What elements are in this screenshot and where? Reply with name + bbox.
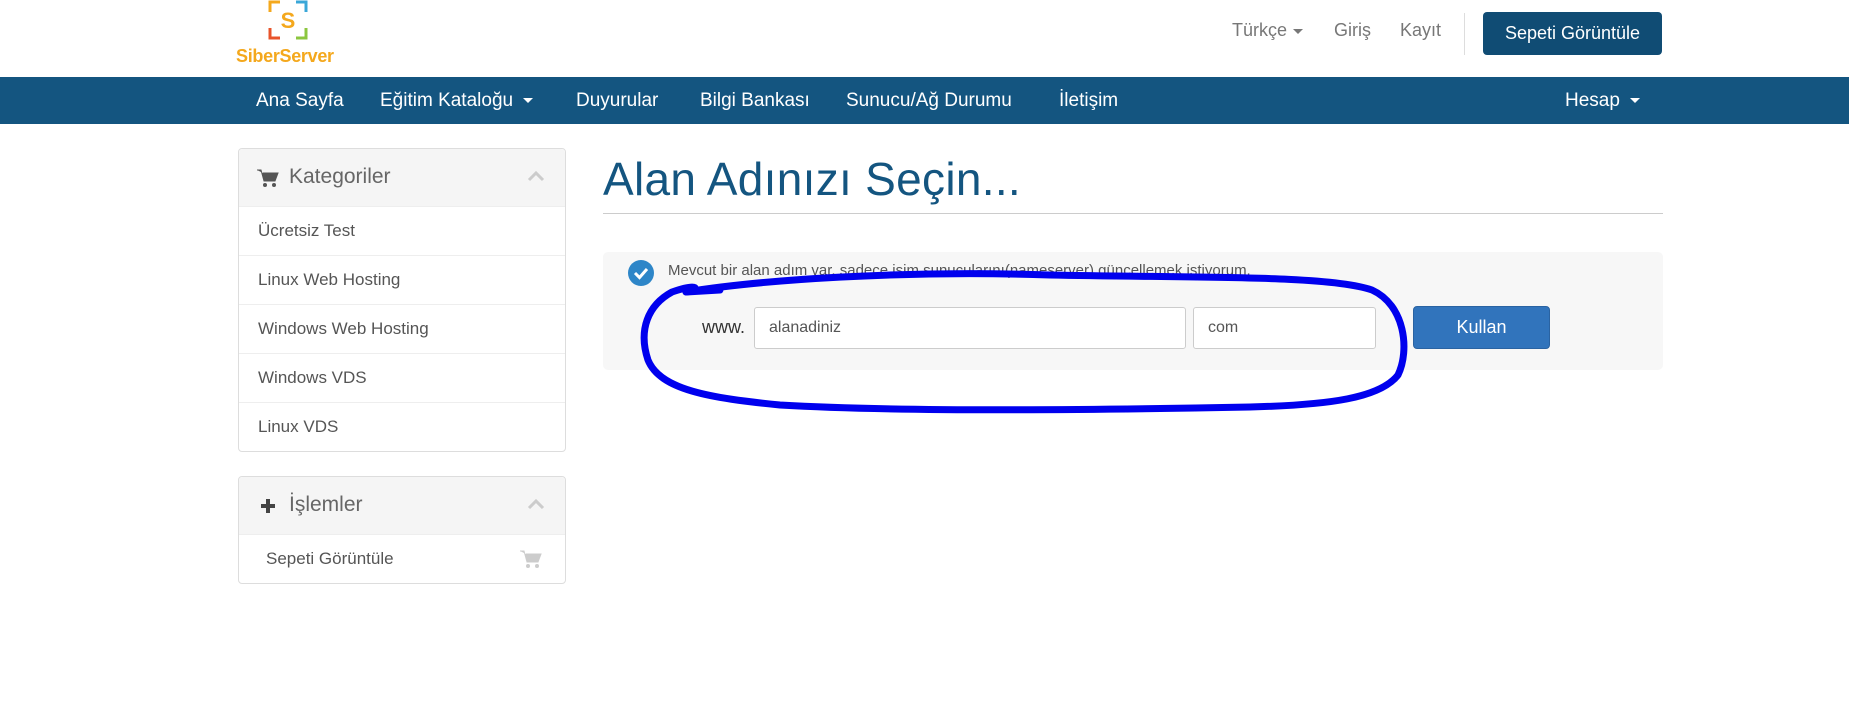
tld-input[interactable]: com [1193,307,1376,349]
register-link[interactable]: Kayıt [1400,20,1441,44]
nav-training-catalog-label: Eğitim Kataloğu [380,90,514,111]
shopping-cart-icon [520,550,542,568]
divider [1464,13,1465,55]
actions-title: İşlemler [289,493,363,516]
actions-panel-header[interactable]: İşlemler [239,477,565,535]
caret-down-icon [1629,98,1640,104]
login-link[interactable]: Giriş [1334,20,1371,44]
category-windows-web-hosting[interactable]: Windows Web Hosting [239,305,565,354]
action-view-cart-label: Sepeti Görüntüle [266,549,394,568]
category-linux-web-hosting[interactable]: Linux Web Hosting [239,256,565,305]
nav-home[interactable]: Ana Sayfa [256,77,344,124]
page-title: Alan Adınızı Seçin... [603,153,1021,205]
categories-panel: Kategoriler Ücretsiz Test Linux Web Host… [238,148,566,452]
language-label: Türkçe [1232,20,1288,40]
domain-name-input[interactable]: alanadiniz [754,307,1186,349]
title-divider [603,213,1663,214]
category-windows-vds[interactable]: Windows VDS [239,354,565,403]
categories-title: Kategoriler [289,165,391,188]
actions-panel: İşlemler Sepeti Görüntüle [238,476,566,584]
language-selector[interactable]: Türkçe [1232,20,1304,44]
chevron-up-icon[interactable] [527,497,545,511]
category-free-test[interactable]: Ücretsiz Test [239,207,565,256]
nav-server-status[interactable]: Sunucu/Ağ Durumu [846,77,1012,124]
existing-domain-option-label[interactable]: Mevcut bir alan adım var, sadece isim su… [668,262,1251,279]
top-bar: S SiberServer Türkçe Giriş Kayıt Sepeti … [0,0,1849,77]
use-button[interactable]: Kullan [1413,306,1550,349]
logo-text: SiberServer [236,46,334,66]
nav-announcements[interactable]: Duyurular [576,77,658,124]
logo-mark-icon: S [268,0,308,40]
main-nav: Ana Sayfa Eğitim Kataloğu Duyurular Bilg… [0,77,1849,124]
plus-icon [261,499,275,513]
nav-knowledgebase[interactable]: Bilgi Bankası [700,77,810,124]
chevron-up-icon[interactable] [527,169,545,183]
siberserver-logo[interactable]: S SiberServer [236,0,346,70]
shopping-cart-icon [257,169,279,187]
caret-down-icon [1293,28,1304,34]
caret-down-icon [523,98,534,104]
categories-panel-header[interactable]: Kategoriler [239,149,565,207]
view-cart-button[interactable]: Sepeti Görüntüle [1483,12,1662,55]
nav-account[interactable]: Hesap [1565,77,1640,124]
nav-training-catalog[interactable]: Eğitim Kataloğu [380,77,534,124]
category-linux-vds[interactable]: Linux VDS [239,403,565,451]
logo-letter: S [281,8,296,33]
nav-contact[interactable]: İletişim [1059,77,1118,124]
www-prefix: www. [702,317,746,337]
action-view-cart[interactable]: Sepeti Görüntüle [239,535,565,583]
nav-account-label: Hesap [1565,90,1620,111]
checked-radio-icon[interactable] [627,259,655,287]
